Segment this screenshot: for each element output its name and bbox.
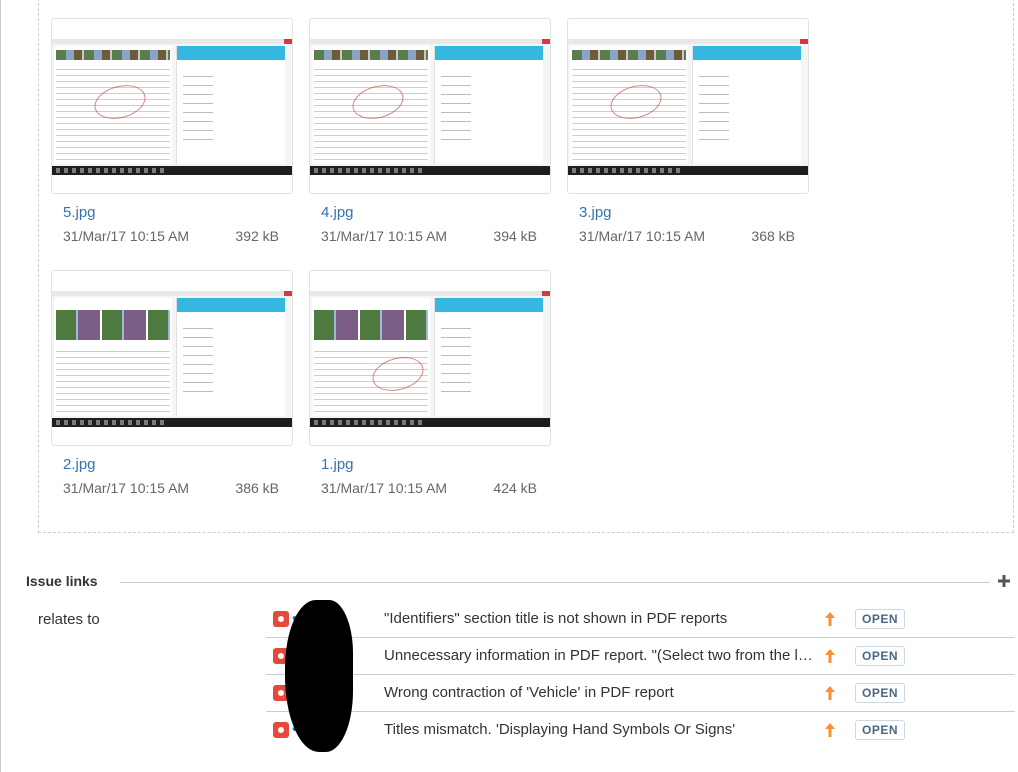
bug-issue-type-icon <box>273 722 289 738</box>
issue-link-row[interactable]: •••-921 Unnecessary information in PDF r… <box>266 638 1015 675</box>
attachment-size: 424 kB <box>493 480 537 496</box>
attachment-name-link[interactable]: 4.jpg <box>321 204 354 221</box>
attachment-thumbnail[interactable] <box>309 270 551 446</box>
issue-link-row[interactable]: •••-894 "Identifiers" section title is n… <box>266 601 1015 638</box>
section-divider <box>120 582 990 583</box>
status-badge: OPEN <box>855 609 906 629</box>
issue-summary-link[interactable]: Titles mismatch. 'Displaying Hand Symbol… <box>384 721 816 738</box>
status-badge: OPEN <box>855 683 906 703</box>
attachment-card[interactable]: 5.jpg 31/Mar/17 10:15 AM 392 kB <box>51 18 293 244</box>
attachments-panel: 5.jpg 31/Mar/17 10:15 AM 392 kB 4.jpg 31… <box>38 0 1014 533</box>
attachment-thumbnail[interactable] <box>51 18 293 194</box>
issue-summary-link[interactable]: "Identifiers" section title is not shown… <box>384 610 816 627</box>
priority-up-arrow-icon <box>825 649 835 663</box>
attachment-card[interactable]: 4.jpg 31/Mar/17 10:15 AM 394 kB <box>309 18 551 244</box>
attachment-date: 31/Mar/17 10:15 AM <box>63 228 190 244</box>
screenshot-preview <box>310 39 550 175</box>
priority-up-arrow-icon <box>825 686 835 700</box>
screenshot-preview <box>568 39 808 175</box>
attachment-card[interactable]: 2.jpg 31/Mar/17 10:15 AM 386 kB <box>51 270 293 496</box>
status-badge: OPEN <box>855 720 906 740</box>
link-relation-label: relates to <box>38 611 100 628</box>
attachment-date: 31/Mar/17 10:15 AM <box>321 228 448 244</box>
attachment-name-link[interactable]: 1.jpg <box>321 456 354 473</box>
screenshot-preview <box>52 39 292 175</box>
bug-issue-type-icon <box>273 611 289 627</box>
attachment-thumbnail[interactable] <box>309 18 551 194</box>
attachment-name-link[interactable]: 5.jpg <box>63 204 96 221</box>
add-link-plus-icon[interactable] <box>997 574 1011 588</box>
issue-link-row[interactable]: •••-922 Wrong contraction of 'Vehicle' i… <box>266 675 1015 712</box>
attachment-card[interactable]: 3.jpg 31/Mar/17 10:15 AM 368 kB <box>567 18 809 244</box>
redaction-mark <box>285 600 353 752</box>
attachment-name-link[interactable]: 2.jpg <box>63 456 96 473</box>
issue-summary-link[interactable]: Wrong contraction of 'Vehicle' in PDF re… <box>384 684 816 701</box>
issue-link-row[interactable]: •••-927 Titles mismatch. 'Displaying Han… <box>266 712 1015 749</box>
attachment-thumbnail[interactable] <box>51 270 293 446</box>
attachment-card[interactable]: 1.jpg 31/Mar/17 10:15 AM 424 kB <box>309 270 551 496</box>
attachment-size: 368 kB <box>751 228 795 244</box>
issue-summary-link[interactable]: Unnecessary information in PDF report. "… <box>384 647 816 664</box>
attachment-date: 31/Mar/17 10:15 AM <box>579 228 706 244</box>
issue-links-heading: Issue links <box>26 573 98 589</box>
page-left-border <box>0 0 1 772</box>
attachment-thumbnail[interactable] <box>567 18 809 194</box>
status-badge: OPEN <box>855 646 906 666</box>
attachment-size: 392 kB <box>235 228 279 244</box>
priority-up-arrow-icon <box>825 723 835 737</box>
attachment-size: 394 kB <box>493 228 537 244</box>
priority-up-arrow-icon <box>825 612 835 626</box>
screenshot-preview <box>310 291 550 427</box>
screenshot-preview <box>52 291 292 427</box>
attachment-date: 31/Mar/17 10:15 AM <box>321 480 448 496</box>
attachment-size: 386 kB <box>235 480 279 496</box>
attachment-date: 31/Mar/17 10:15 AM <box>63 480 190 496</box>
attachment-name-link[interactable]: 3.jpg <box>579 204 612 221</box>
